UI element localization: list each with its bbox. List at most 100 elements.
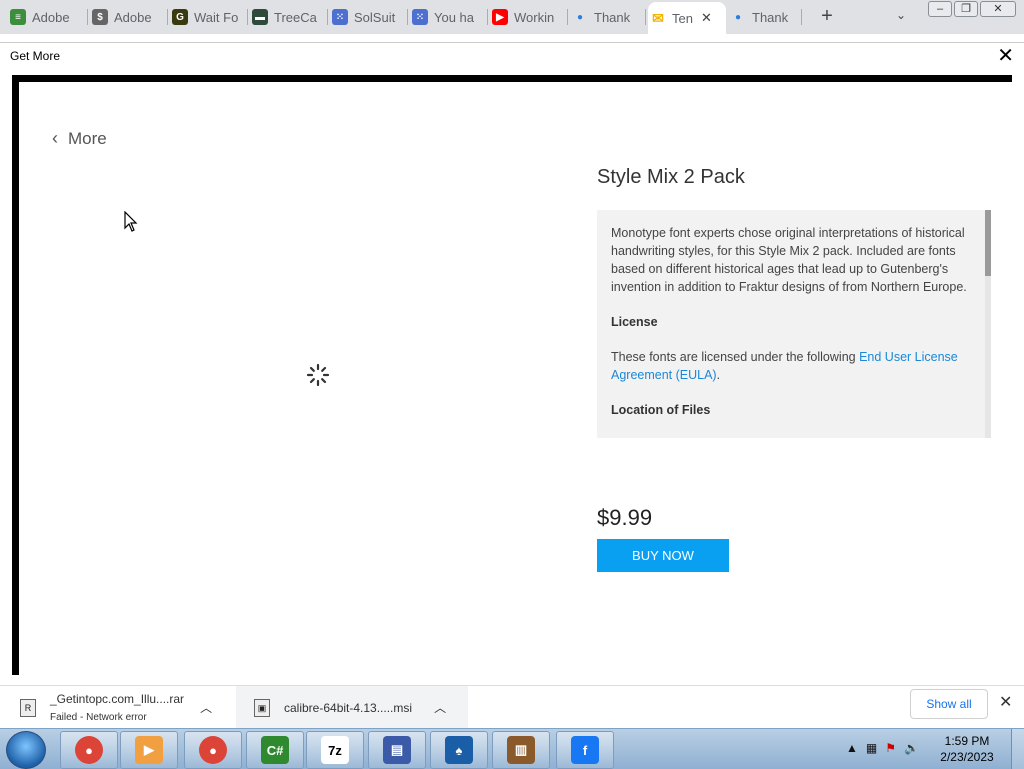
product-price: $9.99 — [597, 505, 653, 530]
maximize-button[interactable]: ❐ — [954, 1, 978, 17]
tab-separator — [87, 9, 88, 25]
back-button[interactable]: ‹ More — [52, 128, 107, 149]
license-end: . — [716, 368, 721, 382]
dialog-header: Get More ✕ — [0, 42, 1024, 71]
show-all-button[interactable]: Show all — [910, 689, 988, 719]
start-button[interactable] — [6, 731, 46, 769]
location-heading: Location of Files — [611, 403, 711, 417]
product-description-panel[interactable]: Monotype font experts chose original int… — [597, 210, 991, 438]
product-title: Style Mix 2 Pack — [597, 166, 745, 188]
tab-separator — [327, 9, 328, 25]
scrollbar-thumb[interactable] — [985, 210, 991, 276]
tab-label: Workin — [514, 9, 555, 25]
show-desktop-button[interactable] — [1011, 729, 1024, 769]
tab-separator — [645, 9, 646, 25]
chrome-icon: ● — [199, 736, 227, 764]
tab-label: Adobe — [32, 9, 70, 25]
chevron-up-icon[interactable]: ︿ — [200, 699, 212, 716]
download-filename: calibre-64bit-4.13.....msi — [284, 700, 413, 715]
taskbar-button[interactable]: 7z — [306, 731, 364, 769]
new-tab-button[interactable]: + — [816, 4, 838, 28]
tab-label: Adobe — [114, 9, 152, 25]
license-paragraph: These fonts are licensed under the follo… — [611, 348, 973, 384]
download-item[interactable]: R _Getintopc.com_Illu....rar Failed - Ne… — [20, 686, 232, 729]
installer-icon: ▤ — [383, 736, 411, 764]
taskbar-button[interactable]: ● — [60, 731, 118, 769]
browser-tab[interactable]: $ Adobe — [90, 4, 168, 30]
license-heading: License — [611, 315, 658, 329]
tab-search-button[interactable]: ⌄ — [896, 8, 906, 22]
adobe-stock-icon: ≡ — [10, 9, 26, 25]
dialog-close-button[interactable]: ✕ — [997, 43, 1014, 68]
network-icon[interactable]: ▦ — [866, 741, 877, 755]
description-scrollbar[interactable] — [985, 210, 991, 438]
mouse-cursor-icon — [124, 211, 138, 232]
taskbar-button[interactable]: ▶ — [120, 731, 178, 769]
download-filename: _Getintopc.com_Illu....rar — [50, 692, 185, 706]
balloon-icon: ● — [576, 11, 584, 23]
tab-separator — [167, 9, 168, 25]
taskbar-button[interactable]: f — [556, 731, 614, 769]
system-tray: ▲ ▦ ⚑ 🔊 — [846, 741, 919, 755]
download-item[interactable]: ▣ calibre-64bit-4.13.....msi ︿ — [236, 686, 468, 729]
clock-time: 1:59 PM — [944, 734, 990, 748]
g-logo-icon: G — [172, 9, 188, 25]
minimize-button[interactable]: – — [928, 1, 952, 17]
dialog-title: Get More — [10, 49, 61, 63]
chrome-icon: ● — [75, 736, 103, 764]
tab-label: Thank — [594, 9, 631, 25]
csharp-icon: C# — [261, 736, 289, 764]
taskbar-button[interactable]: ▥ — [492, 731, 550, 769]
clock[interactable]: 1:59 PM 2/23/2023 — [932, 733, 1002, 765]
taskbar-button[interactable]: C# — [246, 731, 304, 769]
close-shelf-button[interactable]: ✕ — [999, 692, 1012, 712]
books-icon: ▥ — [507, 736, 535, 764]
download-status: Failed - Network error — [50, 712, 147, 723]
clock-date: 2/23/2023 — [940, 750, 994, 764]
volume-icon[interactable]: 🔊 — [904, 741, 919, 755]
dots-icon: ⁙ — [412, 9, 428, 25]
taskbar: ● ▶ ● C# 7z ▤ ♠ ▥ f ▲ ▦ ⚑ 🔊 1:59 PM 2/23/2023 — [0, 728, 1024, 769]
tab-separator — [247, 9, 248, 25]
media-player-icon: ▶ — [135, 736, 163, 764]
dots-icon: ⁙ — [332, 9, 348, 25]
action-center-icon[interactable]: ⚑ — [885, 741, 896, 755]
envelope-icon: ✉ — [652, 9, 664, 26]
buy-now-button[interactable]: BUY NOW — [597, 539, 729, 572]
chevron-up-icon[interactable]: ︿ — [434, 699, 446, 716]
browser-tab[interactable]: ▬ TreeCa — [250, 4, 328, 30]
tab-separator — [487, 9, 488, 25]
tab-label: SolSuit — [354, 9, 396, 25]
tab-label: You ha — [434, 9, 475, 25]
tray-expand-icon[interactable]: ▲ — [846, 741, 858, 755]
window-close-button[interactable]: ✕ — [980, 1, 1016, 17]
browser-tab[interactable]: ≡ Adobe — [8, 4, 88, 30]
browser-tab[interactable]: ⁙ SolSuit — [330, 4, 408, 30]
dollar-circle-icon: $ — [92, 9, 108, 25]
taskbar-button[interactable]: ♠ — [430, 731, 488, 769]
tab-label: Thank — [752, 9, 789, 25]
browser-tab[interactable]: G Wait Fo — [170, 4, 248, 30]
taskbar-button[interactable]: ▤ — [368, 731, 426, 769]
loading-spinner-icon — [306, 363, 330, 387]
7zip-icon: 7z — [321, 736, 349, 764]
balloon-icon: ● — [734, 11, 742, 23]
tab-separator — [801, 9, 802, 25]
product-description: Monotype font experts chose original int… — [611, 226, 967, 294]
license-text: These fonts are licensed under the follo… — [611, 350, 856, 364]
taskbar-button[interactable]: ● — [184, 731, 242, 769]
back-label: More — [68, 128, 107, 148]
browser-tab[interactable]: ● Thank — [728, 4, 802, 30]
facebook-icon: f — [571, 736, 599, 764]
tab-label: Ten — [672, 10, 693, 26]
browser-tab[interactable]: ✉ Ten ✕ — [648, 2, 726, 34]
browser-tab[interactable]: ▶ Workin — [490, 4, 568, 30]
solitaire-icon: ♠ — [445, 736, 473, 764]
tab-separator — [567, 9, 568, 25]
browser-tab-strip: ≡ Adobe $ Adobe G Wait Fo ▬ TreeCa ⁙ SolSuit ⁙ You … — [0, 0, 1024, 34]
browser-tab[interactable]: ● Thank — [570, 4, 646, 30]
close-tab-icon[interactable]: ✕ — [701, 10, 712, 26]
treecard-icon: ▬ — [252, 9, 268, 25]
browser-tab[interactable]: ⁙ You ha — [410, 4, 488, 30]
youtube-icon: ▶ — [492, 9, 508, 25]
